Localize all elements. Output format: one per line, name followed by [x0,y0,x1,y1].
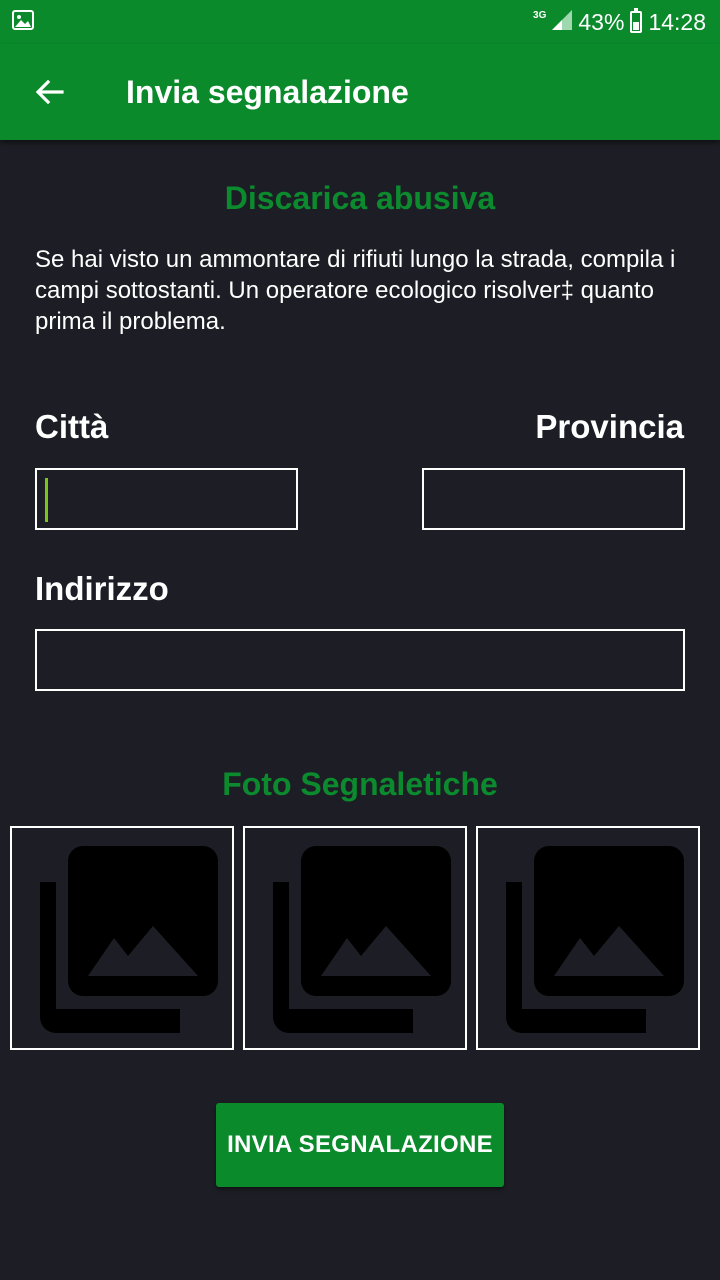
arrow-back-icon[interactable] [24,67,74,117]
battery-icon [630,8,643,33]
text-cursor [45,478,48,522]
signal-icon [552,9,573,36]
app-bar: Invia segnalazione [0,44,720,140]
battery-percent: 43% [578,8,625,35]
gallery-notification-icon [12,9,34,35]
photo-slot-2[interactable] [243,826,467,1050]
photos-heading: Foto Segnaletiche [222,766,498,802]
province-field[interactable] [422,468,685,530]
page-title: Invia segnalazione [126,73,409,110]
photo-library-icon [506,846,684,1033]
address-label: Indirizzo [35,570,169,607]
photo-library-icon [40,846,218,1033]
province-label: Provincia [535,408,684,445]
photo-slot-3[interactable] [476,826,700,1050]
report-heading: Discarica abusiva [224,180,496,216]
status-bar: 3G 43% 14:28 [0,0,720,44]
city-label: Città [35,408,109,445]
submit-button[interactable]: INVIA SEGNALAZIONE [216,1103,504,1187]
photo-slot-1[interactable] [10,826,234,1050]
city-field[interactable] [35,468,298,530]
clock: 14:28 [648,8,706,35]
network-type: 3G [533,10,547,21]
photo-library-icon [273,846,451,1033]
address-field[interactable] [35,629,685,691]
report-description: Se hai visto un ammontare di rifiuti lun… [35,246,676,335]
